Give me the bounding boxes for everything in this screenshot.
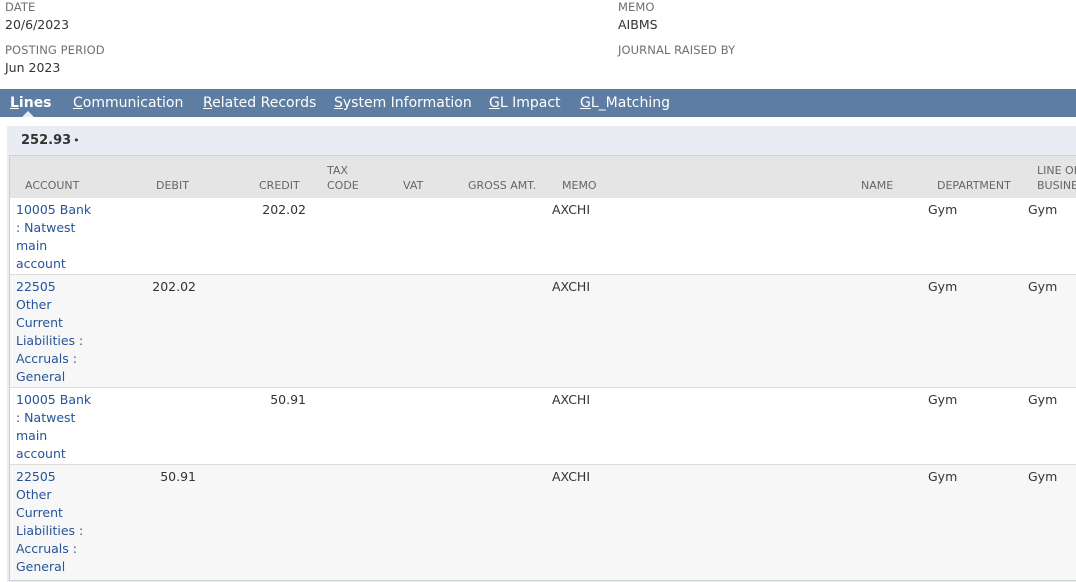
col-credit[interactable]: CREDIT [259,178,300,193]
memo-cell: AXCHI [552,202,591,217]
debit-cell: 50.91 [160,469,196,484]
memo-cell: AXCHI [552,392,591,407]
table-header: ACCOUNT DEBIT CREDIT TAX CODE VAT GROSS … [10,156,1076,198]
line-of-business-cell: Gym [1028,469,1058,484]
account-line: main [16,238,48,253]
tab-system-information-accesskey: S [334,95,343,111]
tab-gl-impact[interactable]: GL Impact [489,89,561,117]
col-debit[interactable]: DEBIT [156,178,189,193]
table-row: 22505 Other Current Liabilities : Accrua… [10,465,1076,580]
account-line: : Natwest [16,410,76,425]
account-line: General [16,369,66,384]
posting-period-value: Jun 2023 [5,60,61,75]
line-of-business-cell: Gym [1028,392,1058,407]
account-line: 10005 Bank [16,392,92,407]
col-vat[interactable]: VAT [403,178,423,193]
table-row: 10005 Bank : Natwest main account 202.02… [10,198,1076,275]
account-line: main [16,428,48,443]
col-department[interactable]: DEPARTMENT [937,178,1011,193]
credit-cell: 202.02 [262,202,306,217]
table-row: 22505 Other Current Liabilities : Accrua… [10,275,1076,388]
memo-label: MEMO [618,0,655,14]
account-line: 10005 Bank [16,202,92,217]
tab-system-information-label: ystem Information [342,95,472,111]
memo-cell: AXCHI [552,469,591,484]
account-line: Liabilities : [16,523,84,538]
col-gross-amt[interactable]: GROSS AMT. [468,178,536,193]
col-tax-code-line2[interactable]: CODE [327,178,359,193]
tab-related-records[interactable]: Related Records [203,89,316,117]
tab-gl-impact-accesskey: G [489,95,500,111]
tab-gl-matching-accesskey: G [580,95,591,111]
account-line: Current [16,505,63,520]
account-line: 22505 [16,279,56,294]
tab-gl-impact-label: L Impact [499,95,561,111]
account-link[interactable]: 22505 Other Current Liabilities : Accrua… [16,468,94,576]
line-of-business-cell: Gym [1028,279,1058,294]
debit-cell: 202.02 [152,279,196,294]
department-cell: Gym [928,469,958,484]
account-line: account [16,446,66,461]
account-line: Other [16,297,52,312]
account-line: Accruals : [16,541,77,556]
date-value: 20/6/2023 [5,17,70,32]
department-cell: Gym [928,392,958,407]
col-memo[interactable]: MEMO [562,178,597,193]
line-of-business-cell: Gym [1028,202,1058,217]
lines-table: ACCOUNT DEBIT CREDIT TAX CODE VAT GROSS … [9,155,1076,581]
department-cell: Gym [928,279,958,294]
col-tax-code-line1[interactable]: TAX [327,163,348,178]
date-label: DATE [5,0,36,14]
col-line-of-business-line2[interactable]: BUSINE [1037,178,1076,193]
tab-lines-accesskey: L [10,95,19,111]
memo-cell: AXCHI [552,279,591,294]
account-line: account [16,256,66,271]
credit-cell: 50.91 [270,392,306,407]
tab-communication[interactable]: Communication [73,89,183,117]
account-line: Current [16,315,63,330]
lines-total: 252.93 • [21,133,80,148]
subtab-bar: Lines Communication Related Records Syst… [0,89,1076,117]
tab-related-records-label: elated Records [212,95,317,111]
account-line: Liabilities : [16,333,84,348]
table-row: 10005 Bank : Natwest main account 50.91 … [10,388,1076,465]
col-name[interactable]: NAME [861,178,893,193]
account-link[interactable]: 22505 Other Current Liabilities : Accrua… [16,278,94,386]
account-link[interactable]: 10005 Bank : Natwest main account [16,201,94,273]
memo-value: AIBMS [618,17,658,32]
department-cell: Gym [928,202,958,217]
account-line: Other [16,487,52,502]
active-tab-caret-icon [22,111,34,117]
tab-gl-matching-label: L_Matching [590,95,671,111]
col-line-of-business-line1[interactable]: LINE OF [1037,163,1076,178]
account-line: Accruals : [16,351,77,366]
col-account[interactable]: ACCOUNT [25,178,79,193]
tab-communication-label: ommunication [82,95,184,111]
tab-gl-matching[interactable]: GL_Matching [580,89,670,117]
posting-period-label: POSTING PERIOD [5,43,105,57]
journal-raised-by-label: JOURNAL RAISED BY [618,43,736,57]
account-link[interactable]: 10005 Bank : Natwest main account [16,391,94,463]
tab-related-records-accesskey: R [203,95,213,111]
account-line: General [16,559,66,574]
lines-total-value: 252.93 [21,133,72,148]
tab-system-information[interactable]: System Information [334,89,472,117]
account-line: 22505 [16,469,56,484]
total-bullet-icon: • [73,134,80,147]
account-line: : Natwest [16,220,76,235]
tab-communication-accesskey: C [73,95,83,111]
tab-lines-label: ines [18,95,52,111]
